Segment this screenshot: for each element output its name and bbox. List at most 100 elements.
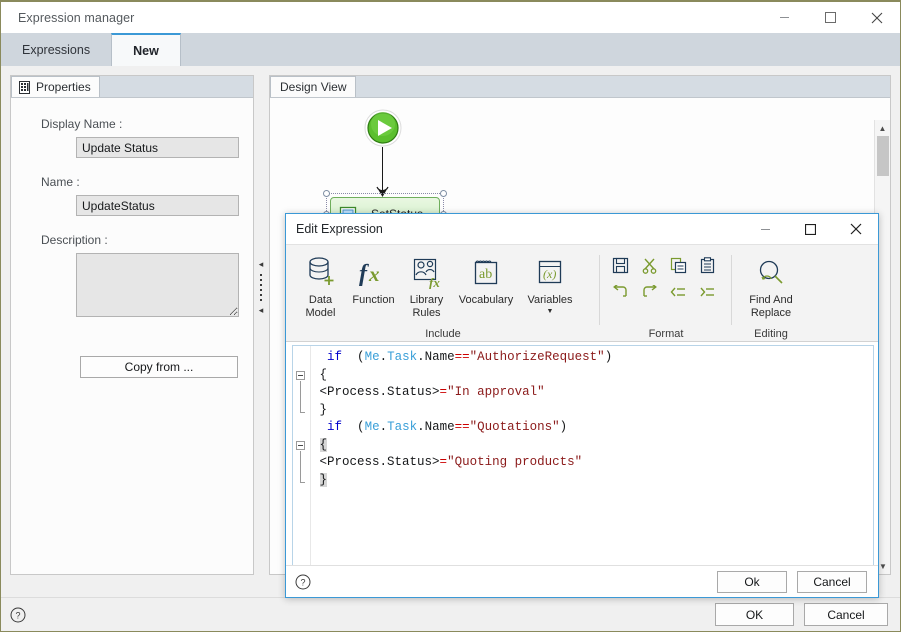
editing-group-items: Find And Replace (732, 245, 810, 327)
footer-buttons: OK Cancel (715, 603, 888, 626)
display-name-input[interactable] (76, 137, 239, 158)
format-group-caption: Format (648, 328, 684, 340)
copy-button[interactable] (665, 253, 692, 278)
dialog-ok-button[interactable]: Ok (717, 570, 787, 593)
properties-tabstrip: Properties (11, 76, 253, 98)
name-label: Name : (41, 175, 80, 189)
help-icon[interactable]: ? (295, 574, 311, 590)
ok-button[interactable]: OK (715, 603, 794, 626)
dialog-footer-buttons: Ok Cancel (717, 570, 867, 593)
description-textarea[interactable] (76, 253, 239, 317)
indent-icon (700, 287, 714, 297)
editor-code-content[interactable]: if (Me.Task.Name=="AuthorizeRequest") { … (312, 349, 612, 489)
indent-button[interactable] (694, 280, 721, 305)
data-model-button[interactable]: Data Model (294, 252, 347, 320)
outdent-button[interactable] (665, 280, 692, 305)
dialog-minimize-button[interactable] (743, 215, 788, 244)
splitter-collapse-left-icon[interactable]: ◂ (259, 260, 264, 269)
svg-text:(x): (x) (543, 267, 556, 281)
fold-collapse-icon[interactable] (296, 370, 305, 380)
save-button[interactable] (607, 253, 634, 278)
code-line: if (Me.Task.Name=="AuthorizeRequest") (327, 350, 613, 364)
code-line: } (319, 402, 328, 417)
start-node-play-icon[interactable] (364, 109, 402, 147)
display-name-label: Display Name : (41, 117, 123, 131)
dialog-close-button[interactable] (833, 215, 878, 244)
undo-icon (613, 285, 627, 297)
undo-button[interactable] (607, 280, 634, 305)
database-add-icon (308, 257, 333, 285)
svg-text:x: x (368, 262, 380, 286)
svg-text:?: ? (15, 610, 20, 620)
editor-fold-margin[interactable] (293, 346, 311, 566)
redo-icon (643, 285, 657, 297)
panel-splitter[interactable]: ◂ ◂ (255, 75, 267, 575)
fold-guide-end (300, 482, 305, 484)
splitter-collapse-left-icon-2[interactable]: ◂ (259, 306, 264, 315)
tab-new[interactable]: New (111, 33, 181, 66)
tab-design-view[interactable]: Design View (270, 76, 357, 97)
cancel-button[interactable]: Cancel (804, 603, 888, 626)
properties-icon (19, 80, 30, 94)
ribbon-group-editing: Find And Replace Editing (732, 245, 810, 343)
fx-icon: f x (359, 261, 380, 287)
flow-connector (382, 147, 383, 191)
window-controls (761, 2, 900, 33)
vocabulary-button[interactable]: ab Vocabulary (453, 252, 519, 307)
code-line: <Process.Status>="Quoting products" (319, 455, 583, 469)
cut-button[interactable] (636, 253, 663, 278)
editing-group-caption: Editing (754, 328, 788, 340)
resize-handle[interactable] (323, 190, 330, 197)
data-model-label: Data Model (305, 294, 336, 319)
redo-button[interactable] (636, 280, 663, 305)
include-group-caption: Include (425, 328, 461, 340)
properties-panel: Properties Display Name : Name : Descrip… (10, 75, 254, 575)
variables-button[interactable]: (x) Variables ▼ (519, 252, 581, 315)
tab-properties[interactable]: Properties (11, 76, 100, 97)
save-icon (612, 257, 629, 274)
close-button[interactable] (853, 2, 900, 33)
copy-icon (670, 257, 687, 274)
copy-from-button[interactable]: Copy from ... (80, 356, 238, 378)
help-icon[interactable]: ? (10, 607, 26, 623)
expression-code-editor[interactable]: if (Me.Task.Name=="AuthorizeRequest") { … (292, 345, 874, 567)
function-label: Function (352, 294, 395, 306)
function-button[interactable]: f x Function (347, 252, 400, 307)
fold-collapse-icon[interactable] (296, 440, 305, 450)
description-label: Description : (41, 233, 108, 247)
dialog-maximize-button[interactable] (788, 215, 833, 244)
library-rules-label: Library Rules (409, 294, 444, 319)
variables-dropdown-caret-icon[interactable]: ▼ (547, 308, 554, 315)
fold-guide-end (300, 412, 305, 414)
library-rules-icon: fx (413, 258, 440, 289)
dialog-cancel-button[interactable]: Cancel (797, 570, 867, 593)
scroll-up-icon[interactable]: ▲ (875, 120, 890, 136)
format-group-items (600, 245, 732, 327)
fold-guide-line (300, 384, 301, 402)
maximize-button[interactable] (807, 2, 853, 33)
library-rules-button[interactable]: fx Library Rules (400, 252, 453, 320)
svg-text:f: f (359, 261, 369, 287)
properties-body: Display Name : Name : Description : Copy… (11, 98, 253, 574)
code-line: { (319, 437, 328, 452)
svg-text:fx: fx (429, 275, 440, 289)
find-and-replace-button[interactable]: Find And Replace (736, 252, 806, 320)
code-line: <Process.Status>="In approval" (319, 385, 545, 399)
window-title: Expression manager (18, 10, 135, 25)
dialog-title: Edit Expression (296, 222, 383, 236)
resize-handle[interactable] (440, 190, 447, 197)
main-tabstrip: Expressions New (1, 33, 900, 66)
scrollbar-thumb[interactable] (877, 136, 889, 176)
variables-x-icon: (x) (538, 260, 562, 284)
paste-button[interactable] (694, 253, 721, 278)
find-replace-icon (759, 260, 783, 284)
minimize-button[interactable] (761, 2, 807, 33)
tab-expressions[interactable]: Expressions (1, 34, 112, 66)
variables-label: Variables (527, 294, 573, 306)
splitter-grip (260, 274, 262, 301)
dialog-window-controls (743, 215, 878, 244)
vocabulary-ab-icon: ab (474, 260, 498, 285)
window-titlebar: Expression manager (1, 2, 900, 33)
fold-guide-line (300, 471, 301, 483)
name-input[interactable] (76, 195, 239, 216)
